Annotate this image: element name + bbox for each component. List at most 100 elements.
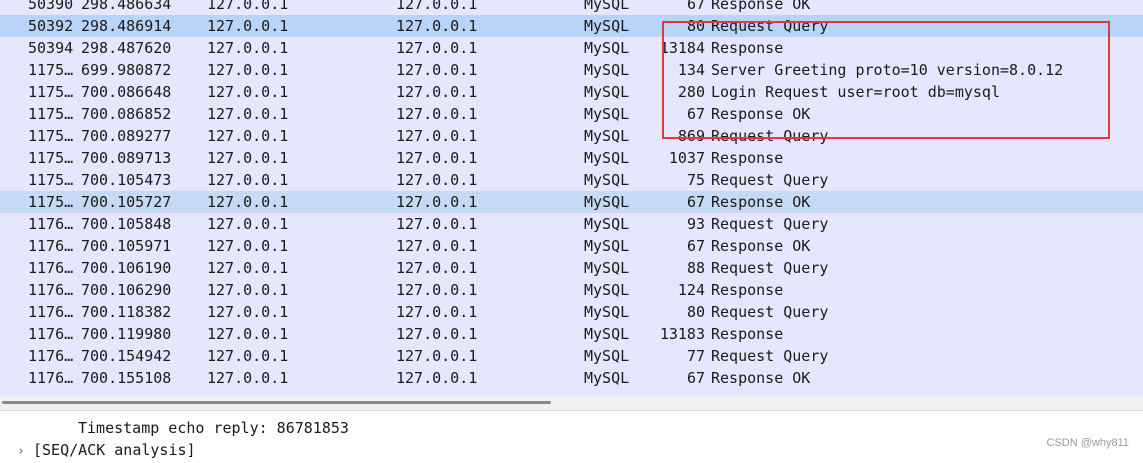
detail-seq-ack-analysis[interactable]: › [SEQ/ACK analysis]: [17, 439, 196, 461]
packet-info: Request Query: [711, 127, 829, 145]
packet-destination: 127.0.0.1: [396, 149, 478, 167]
packet-number: 1175…: [28, 83, 74, 101]
packet-protocol: MySQL: [584, 281, 630, 299]
packet-info: Response OK: [711, 193, 811, 211]
packet-destination: 127.0.0.1: [396, 215, 478, 233]
packet-time: 700.118382: [81, 303, 172, 321]
packet-time: 700.155108: [81, 369, 172, 387]
packet-protocol: MySQL: [584, 17, 630, 35]
packet-source: 127.0.0.1: [207, 39, 289, 57]
packet-number: 1176…: [28, 259, 74, 277]
packet-info: Response: [711, 149, 784, 167]
packet-row[interactable]: 1176… 700.118382 127.0.0.1 127.0.0.1 MySQL 80…: [0, 301, 1143, 323]
packet-source: 127.0.0.1: [207, 83, 289, 101]
packet-number: 1175…: [28, 105, 74, 123]
packet-row[interactable]: 1176… 700.106290 127.0.0.1 127.0.0.1 MySQL 12…: [0, 279, 1143, 301]
packet-row[interactable]: 1176… 700.105971 127.0.0.1 127.0.0.1 MySQL 67…: [0, 235, 1143, 257]
horizontal-scrollbar[interactable]: [0, 396, 1143, 411]
packet-length: 80: [686, 303, 705, 321]
scrollbar-thumb[interactable]: [2, 401, 551, 404]
packet-number: 1176…: [28, 215, 74, 233]
packet-destination: 127.0.0.1: [396, 281, 478, 299]
packet-number: 1176…: [28, 347, 74, 365]
packet-row[interactable]: 1175… 700.086648 127.0.0.1 127.0.0.1 MySQL 28…: [0, 81, 1143, 103]
packet-time: 700.119980: [81, 325, 172, 343]
packet-protocol: MySQL: [584, 237, 630, 255]
packet-details-pane[interactable]: Timestamp echo reply: 86781853 › [SEQ/ACK…: [0, 412, 1143, 460]
watermark-text: CSDN @why811: [1046, 437, 1130, 449]
packet-time: 700.086852: [81, 105, 172, 123]
packet-number: 1175…: [28, 171, 74, 189]
packet-length: 67: [686, 105, 705, 123]
packet-destination: 127.0.0.1: [396, 0, 478, 13]
packet-number: 1176…: [28, 281, 74, 299]
packet-info: Response: [711, 281, 784, 299]
packet-source: 127.0.0.1: [207, 281, 289, 299]
packet-number: 50394: [28, 39, 74, 57]
packet-length: 93: [686, 215, 705, 233]
packet-info: Login Request user=root db=mysql: [711, 83, 1000, 101]
packet-row[interactable]: 1175… 700.086852 127.0.0.1 127.0.0.1 MySQL 67…: [0, 103, 1143, 125]
packet-protocol: MySQL: [584, 215, 630, 233]
packet-source: 127.0.0.1: [207, 171, 289, 189]
packet-length: 124: [677, 281, 705, 299]
detail-seq-ack-label: [SEQ/ACK analysis]: [33, 441, 196, 459]
packet-source: 127.0.0.1: [207, 0, 289, 13]
packet-source: 127.0.0.1: [207, 325, 289, 343]
packet-source: 127.0.0.1: [207, 303, 289, 321]
packet-row[interactable]: 50394 298.487620 127.0.0.1 127.0.0.1 MySQL 13…: [0, 37, 1143, 59]
packet-info: Request Query: [711, 215, 829, 233]
packet-length: 80: [686, 17, 705, 35]
packet-length: 67: [686, 0, 705, 13]
packet-info: Request Query: [711, 259, 829, 277]
packet-time: 700.089277: [81, 127, 172, 145]
packet-info: Response OK: [711, 237, 811, 255]
packet-row[interactable]: 1176… 700.105848 127.0.0.1 127.0.0.1 MySQL 93…: [0, 213, 1143, 235]
packet-source: 127.0.0.1: [207, 215, 289, 233]
packet-row[interactable]: 1175… 699.980872 127.0.0.1 127.0.0.1 MySQL 13…: [0, 59, 1143, 81]
detail-timestamp-echo-reply[interactable]: Timestamp echo reply: 86781853: [78, 417, 349, 439]
packet-length: 13183: [659, 325, 705, 343]
packet-info: Server Greeting proto=10 version=8.0.12: [711, 61, 1064, 79]
packet-destination: 127.0.0.1: [396, 369, 478, 387]
packet-destination: 127.0.0.1: [396, 325, 478, 343]
packet-length: 67: [686, 369, 705, 387]
packet-row[interactable]: 1175… 700.089277 127.0.0.1 127.0.0.1 MySQL 86…: [0, 125, 1143, 147]
packet-number: 1176…: [28, 237, 74, 255]
packet-length: 1037: [668, 149, 705, 167]
packet-info: Response: [711, 39, 784, 57]
packet-info: Request Query: [711, 303, 829, 321]
packet-protocol: MySQL: [584, 105, 630, 123]
packet-list[interactable]: 50390 298.486634 127.0.0.1 127.0.0.1 MySQL 67…: [0, 0, 1143, 396]
packet-destination: 127.0.0.1: [396, 61, 478, 79]
packet-info: Response: [711, 325, 784, 343]
packet-number: 1176…: [28, 369, 74, 387]
packet-row[interactable]: 1175… 700.089713 127.0.0.1 127.0.0.1 MySQL 10…: [0, 147, 1143, 169]
packet-info: Response OK: [711, 369, 811, 387]
packet-row[interactable]: 1176… 700.155108 127.0.0.1 127.0.0.1 MySQL 67…: [0, 367, 1143, 389]
packet-destination: 127.0.0.1: [396, 17, 478, 35]
packet-info: Response OK: [711, 105, 811, 123]
packet-protocol: MySQL: [584, 259, 630, 277]
packet-row[interactable]: 1176… 700.119980 127.0.0.1 127.0.0.1 MySQL 13…: [0, 323, 1143, 345]
packet-destination: 127.0.0.1: [396, 347, 478, 365]
packet-protocol: MySQL: [584, 171, 630, 189]
packet-time: 700.106190: [81, 259, 172, 277]
packet-time: 700.105473: [81, 171, 172, 189]
packet-rows: 50390 298.486634 127.0.0.1 127.0.0.1 MySQL 67…: [0, 0, 1143, 389]
packet-number: 1175…: [28, 193, 74, 211]
packet-row[interactable]: 1175… 700.105473 127.0.0.1 127.0.0.1 MySQL 75…: [0, 169, 1143, 191]
packet-number: 1176…: [28, 325, 74, 343]
packet-time: 700.105727: [81, 193, 172, 211]
packet-row[interactable]: 50392 298.486914 127.0.0.1 127.0.0.1 MySQL 80…: [0, 15, 1143, 37]
packet-length: 75: [686, 171, 705, 189]
packet-protocol: MySQL: [584, 61, 630, 79]
packet-row[interactable]: 1176… 700.154942 127.0.0.1 127.0.0.1 MySQL 77…: [0, 345, 1143, 367]
packet-row[interactable]: 50390 298.486634 127.0.0.1 127.0.0.1 MySQL 67…: [0, 0, 1143, 15]
packet-number: 1176…: [28, 303, 74, 321]
packet-row[interactable]: 1175… 700.105727 127.0.0.1 127.0.0.1 MySQL 67…: [0, 191, 1143, 213]
packet-length: 280: [677, 83, 705, 101]
packet-source: 127.0.0.1: [207, 347, 289, 365]
packet-protocol: MySQL: [584, 303, 630, 321]
packet-row[interactable]: 1176… 700.106190 127.0.0.1 127.0.0.1 MySQL 88…: [0, 257, 1143, 279]
